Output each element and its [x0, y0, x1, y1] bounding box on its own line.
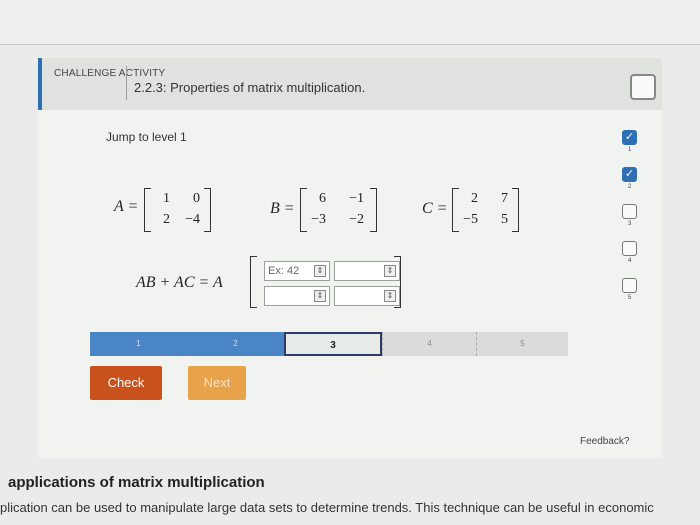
- activity-header: CHALLENGE ACTIVITY 2.2.3: Properties of …: [38, 58, 662, 110]
- next-button[interactable]: Next: [188, 366, 246, 400]
- top-strip: [0, 0, 700, 45]
- matrix-a-cell: 0: [193, 191, 200, 206]
- matrix-b-cell: −2: [349, 212, 364, 227]
- level-segment-2[interactable]: 2: [187, 332, 284, 356]
- activity-title: 2.2.3: Properties of matrix multiplicati…: [134, 80, 366, 95]
- level-3-empty-icon[interactable]: [622, 204, 637, 219]
- level-segment-3[interactable]: 3: [284, 332, 382, 356]
- level-number: 5: [628, 295, 632, 301]
- spinner-icon[interactable]: ⇕: [314, 265, 326, 277]
- jump-to-level[interactable]: Jump to level 1: [106, 130, 187, 144]
- completion-checkbox-icon: [630, 74, 656, 100]
- level-number: 1: [628, 147, 632, 153]
- level-number: 2: [628, 184, 632, 190]
- answer-input-r2c2[interactable]: ⇕: [334, 286, 400, 306]
- challenge-card: CHALLENGE ACTIVITY 2.2.3: Properties of …: [38, 58, 662, 458]
- header-divider: [126, 66, 127, 100]
- level-4-empty-icon[interactable]: [622, 241, 637, 256]
- answer-input-r1c1[interactable]: Ex: 42 ⇕: [264, 261, 330, 281]
- answer-input-r2c1[interactable]: ⇕: [264, 286, 330, 306]
- level-2-done-icon[interactable]: ✓: [622, 167, 637, 182]
- level-segment-4[interactable]: 4: [382, 332, 476, 356]
- level-5-empty-icon[interactable]: [622, 278, 637, 293]
- answer-input-r1c2[interactable]: ⇕: [334, 261, 400, 281]
- level-number: 4: [628, 258, 632, 264]
- level-segment-5[interactable]: 5: [476, 332, 568, 356]
- matrix-c-right-bracket: [512, 188, 519, 232]
- matrix-a-cell: 2: [163, 212, 170, 227]
- matrix-c-cell: −5: [463, 212, 478, 227]
- matrix-c-cell: 7: [501, 191, 508, 206]
- check-button[interactable]: Check: [90, 366, 162, 400]
- matrix-a-cell: 1: [163, 191, 170, 206]
- matrix-c-cell: 2: [471, 191, 478, 206]
- level-number: 3: [628, 221, 632, 227]
- matrix-b-cell: 6: [319, 191, 326, 206]
- feedback-link[interactable]: Feedback?: [580, 436, 629, 447]
- equation-lhs: AB + AC = A: [136, 274, 223, 291]
- matrix-a-label: A =: [114, 198, 139, 215]
- matrix-c-label: C =: [422, 200, 448, 217]
- section-paragraph: plication can be used to manipulate larg…: [0, 500, 654, 515]
- matrix-b-cell: −1: [349, 191, 364, 206]
- spinner-icon[interactable]: ⇕: [314, 290, 326, 302]
- matrix-a-cell: −4: [185, 212, 200, 227]
- answer-left-bracket: [250, 256, 257, 308]
- level-progress-bar: 1 2 3 4 5: [90, 332, 568, 356]
- activity-badge: CHALLENGE ACTIVITY: [54, 68, 166, 79]
- answer-right-bracket: [394, 256, 401, 308]
- matrix-b-right-bracket: [370, 188, 377, 232]
- section-heading: applications of matrix multiplication: [8, 474, 265, 491]
- level-1-done-icon[interactable]: ✓: [622, 130, 637, 145]
- matrix-b-label: B =: [270, 200, 295, 217]
- matrix-a-right-bracket: [204, 188, 211, 232]
- level-segment-1[interactable]: 1: [90, 332, 187, 356]
- matrix-c-cell: 5: [501, 212, 508, 227]
- matrix-b-cell: −3: [311, 212, 326, 227]
